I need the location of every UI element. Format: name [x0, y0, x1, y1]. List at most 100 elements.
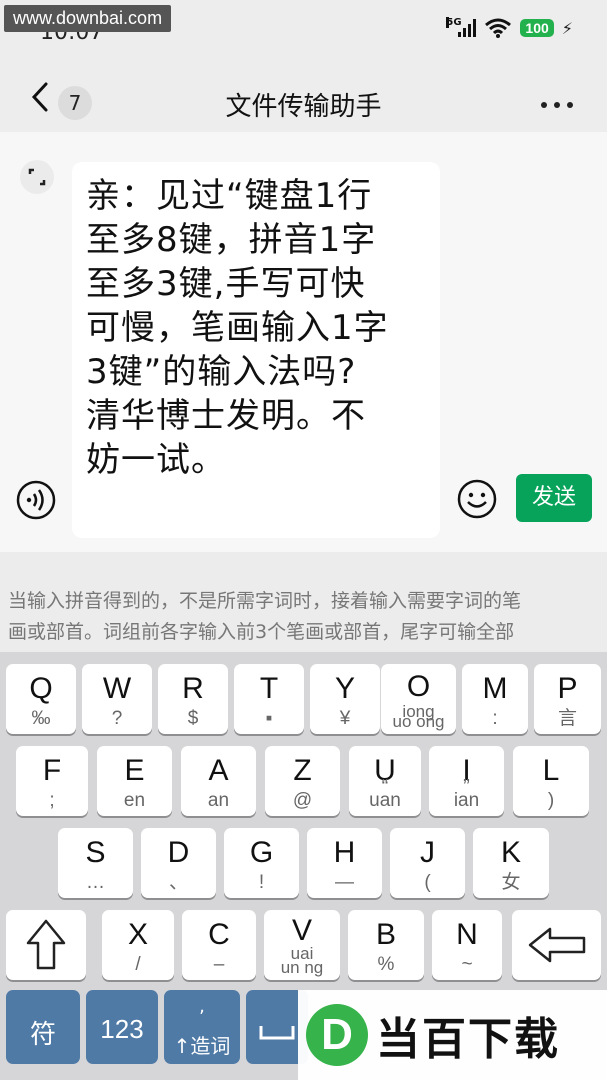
key-label: O [406, 670, 431, 703]
status-bar: 10:07 www.downbai.com 5G 100 ⚡ [0, 0, 607, 62]
more-icon[interactable] [541, 102, 573, 108]
phrase-key[interactable]: , ↑造词 [164, 990, 240, 1064]
key-label: M [482, 672, 508, 705]
key-r[interactable]: R $ [158, 664, 228, 734]
key-p[interactable]: P 言 [534, 664, 601, 734]
message-line: 妨一试。 [86, 440, 226, 480]
key-sublabel: ) [547, 790, 555, 811]
key-g[interactable]: G ! [224, 828, 299, 898]
key-c[interactable]: C – [182, 910, 256, 980]
numbers-key[interactable]: 123 [86, 990, 158, 1064]
key-label: X [127, 918, 148, 951]
shift-icon [26, 919, 66, 970]
message-line: 至多8键，拼音1字 [86, 220, 377, 260]
key-label: G [249, 836, 274, 869]
ime-hint: 当输入拼音得到的，不是所需字词时，接着输入需要字词的笔 画或部首。词组前各字输入… [0, 586, 607, 648]
phrase-key-tick: , [199, 996, 205, 1017]
key-label: S [85, 836, 106, 869]
key-j[interactable]: J ( [390, 828, 465, 898]
key-i[interactable]: I ” ian [429, 746, 504, 816]
key-sublabel: ? [111, 708, 123, 729]
key-label: W [102, 672, 132, 705]
backspace-key[interactable] [512, 910, 601, 980]
key-l[interactable]: L ) [513, 746, 589, 816]
key-a[interactable]: A an [181, 746, 256, 816]
key-label: K [500, 836, 521, 869]
charging-icon: ⚡ [561, 18, 573, 38]
key-label: J [420, 836, 435, 869]
key-label: A [208, 754, 229, 787]
key-label: R [182, 672, 204, 705]
symbols-key-label: 符 [29, 1020, 56, 1050]
key-sublabel: – [213, 954, 225, 975]
key-sublabel: ; [49, 790, 55, 811]
send-button[interactable]: 发送 [516, 474, 592, 522]
key-label: E [124, 754, 145, 787]
key-v[interactable]: V uai un ng [264, 910, 340, 980]
key-label: Q [29, 672, 53, 705]
key-label: H [333, 836, 356, 869]
key-m[interactable]: M : [462, 664, 528, 734]
message-line: 清华博士发明。不 [86, 396, 366, 436]
battery-icon: 100 [520, 19, 554, 37]
key-s[interactable]: S … [58, 828, 133, 898]
key-sublabel: … [86, 872, 105, 893]
key-label: D [167, 836, 190, 869]
backspace-icon [528, 927, 585, 963]
key-z[interactable]: Z @ [265, 746, 340, 816]
key-k[interactable]: K 女 [473, 828, 549, 898]
key-sublabel: : [492, 708, 498, 729]
voice-icon[interactable] [16, 480, 56, 520]
key-sublabel: — [335, 872, 354, 893]
key-u[interactable]: U “ uan [349, 746, 421, 816]
key-sublabel: % [377, 954, 395, 975]
wifi-icon [485, 18, 512, 38]
brand-text: 当百下载 [376, 1014, 560, 1065]
network-label: 5G [446, 17, 462, 28]
numbers-key-label: 123 [100, 1014, 144, 1044]
composer-panel: 亲：见过“键盘1行 至多8键，拼音1字 至多3键,手写可快 可慢，笔画输入1字 … [0, 132, 607, 552]
key-label: Y [334, 672, 355, 705]
page-title: 文件传输助手 [225, 92, 382, 122]
key-q[interactable]: Q ‰ [6, 664, 76, 734]
chat-header: 7 文件传输助手 [0, 62, 607, 132]
key-sublabel: ¥ [339, 708, 351, 729]
key-y[interactable]: Y ¥ [310, 664, 380, 734]
watermark-url: www.downbai.com [4, 5, 172, 32]
key-sublabel: ian [453, 790, 480, 811]
key-h[interactable]: H — [307, 828, 382, 898]
key-o[interactable]: O iong uo ong [381, 664, 456, 734]
space-icon [259, 1026, 295, 1040]
key-f[interactable]: F ; [16, 746, 88, 816]
key-sublabel: 女 [501, 872, 521, 893]
message-line: 至多3键,手写可快 [86, 264, 366, 304]
key-x[interactable]: X / [102, 910, 174, 980]
key-sublabel: ‰ [31, 708, 51, 729]
key-b[interactable]: B % [348, 910, 424, 980]
ime-hint-line: 画或部首。词组前各字输入前3个笔画或部首，尾字可输全部 [8, 621, 515, 643]
key-label: P [557, 672, 578, 705]
key-sublabel: 言 [557, 708, 577, 729]
key-n[interactable]: N ~ [432, 910, 502, 980]
key-sublabel: ~ [461, 954, 473, 975]
symbols-key[interactable]: 符 [6, 990, 80, 1064]
key-label: V [291, 914, 312, 947]
key-w[interactable]: W ? [82, 664, 152, 734]
emoji-icon[interactable] [456, 478, 498, 520]
key-sublabel: @ [292, 790, 313, 811]
key-label: L [542, 754, 560, 787]
key-t[interactable]: T ▪ [234, 664, 304, 734]
key-sublabel: ( [424, 872, 431, 893]
key-d[interactable]: D 、 [141, 828, 216, 898]
ime-hint-line: 当输入拼音得到的，不是所需字词时，接着输入需要字词的笔 [8, 590, 522, 612]
key-sublabel: en [123, 790, 146, 811]
expand-icon[interactable] [20, 160, 54, 194]
key-e[interactable]: E en [97, 746, 172, 816]
key-sublabel: / [135, 954, 141, 975]
key-sublabel: uo ong [392, 712, 445, 731]
shift-key[interactable] [6, 910, 86, 980]
message-input[interactable]: 亲：见过“键盘1行 至多8键，拼音1字 至多3键,手写可快 可慢，笔画输入1字 … [72, 162, 440, 538]
key-label: B [375, 918, 396, 951]
key-sublabel: uan [369, 790, 401, 811]
message-line: 3键”的输入法吗? [86, 352, 357, 392]
